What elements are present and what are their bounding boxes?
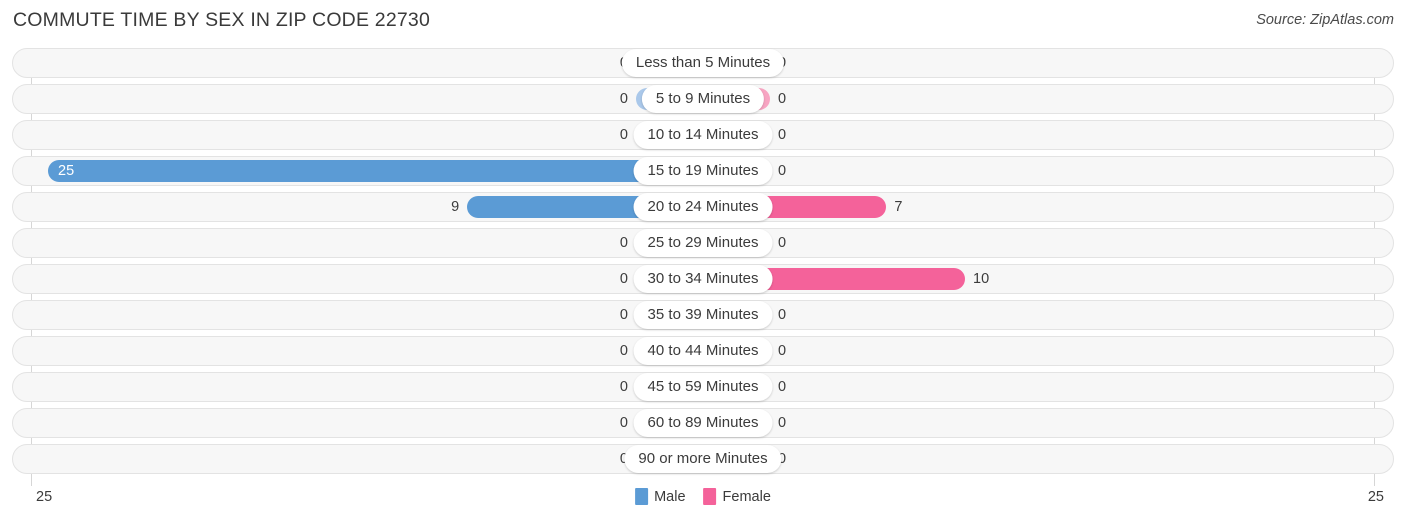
bar-value-male: 0	[588, 450, 628, 468]
bar-value-male: 0	[619, 415, 628, 431]
bar-value-male: 25	[58, 163, 75, 179]
legend-label-male: Male	[654, 488, 686, 505]
bar-value-male: 0	[619, 379, 628, 395]
bar-value-female: 0	[778, 379, 787, 395]
bar-value-female: 0	[778, 163, 787, 179]
chart-plot-area: 00Less than 5 Minutes005 to 9 Minutes001…	[0, 48, 1406, 486]
chart-row: 0 090 or more Minutes	[12, 444, 1394, 474]
bar-value-male: 0	[619, 235, 628, 251]
bar-male[interactable]	[48, 160, 703, 182]
bar-value-female: 0	[778, 91, 787, 107]
legend-item-female[interactable]: Female	[703, 488, 771, 505]
legend-swatch-female-icon	[703, 488, 717, 505]
category-label: Less than 5 Minutes	[621, 49, 785, 77]
chart-legend: Male Female	[635, 488, 771, 505]
bar-value-female: 0	[778, 343, 787, 359]
axis-tick-left: 25	[36, 489, 53, 505]
bar-value-female: 0	[778, 127, 787, 143]
category-label: 10 to 14 Minutes	[633, 121, 773, 149]
chart-header: COMMUTE TIME BY SEX IN ZIP CODE 22730 So…	[0, 0, 1406, 44]
legend-item-male[interactable]: Male	[635, 488, 686, 505]
chart-footer: 25 25 Male Female	[0, 486, 1406, 522]
chart-row: 0 10 30 to 34 Minutes	[12, 264, 1394, 294]
chart-row: 00Less than 5 Minutes	[12, 48, 1394, 78]
chart-row: 25 0 15 to 19 Minutes	[12, 156, 1394, 186]
category-label: 25 to 29 Minutes	[633, 229, 773, 257]
category-label: 40 to 44 Minutes	[633, 337, 773, 365]
chart-row: 0 0 60 to 89 Minutes	[12, 408, 1394, 438]
chart-row: 0 0 35 to 39 Minutes	[12, 300, 1394, 330]
chart-row: 0 0 5 to 9 Minutes	[12, 84, 1394, 114]
bar-value-female: 0	[778, 307, 787, 323]
category-label: 15 to 19 Minutes	[633, 157, 773, 185]
bar-value-male: 0	[619, 271, 628, 287]
bar-value-male: 0	[619, 343, 628, 359]
bar-value-male: 0	[619, 307, 628, 323]
bar-value-female: 10	[973, 271, 990, 287]
axis-tick-right: 25	[1367, 489, 1384, 505]
bar-value-male: 0	[619, 127, 628, 143]
chart-row: 0 0 45 to 59 Minutes	[12, 372, 1394, 402]
category-label: 30 to 34 Minutes	[633, 265, 773, 293]
category-label: 5 to 9 Minutes	[641, 85, 765, 113]
chart-row: 0 0 25 to 29 Minutes	[12, 228, 1394, 258]
category-label: 60 to 89 Minutes	[633, 409, 773, 437]
bar-value-female: 0	[778, 235, 787, 251]
category-label: 35 to 39 Minutes	[633, 301, 773, 329]
category-label: 45 to 59 Minutes	[633, 373, 773, 401]
bar-value-female: 0	[778, 415, 787, 431]
bar-value-female: 0	[778, 451, 787, 467]
legend-swatch-male-icon	[635, 488, 649, 505]
legend-label-female: Female	[722, 488, 771, 505]
chart-row: 0 0 10 to 14 Minutes	[12, 120, 1394, 150]
chart-row: 0 0 40 to 44 Minutes	[12, 336, 1394, 366]
category-label: 90 or more Minutes	[624, 445, 782, 473]
bar-value-female: 0	[778, 54, 818, 72]
bar-value-male: 9	[451, 199, 460, 215]
category-label: 20 to 24 Minutes	[633, 193, 773, 221]
page-title: COMMUTE TIME BY SEX IN ZIP CODE 22730	[13, 9, 431, 31]
bar-value-male: 0	[619, 91, 628, 107]
chart-row: 9 7 20 to 24 Minutes	[12, 192, 1394, 222]
bar-value-female: 7	[894, 199, 903, 215]
source-attribution: Source: ZipAtlas.com	[1256, 12, 1394, 28]
